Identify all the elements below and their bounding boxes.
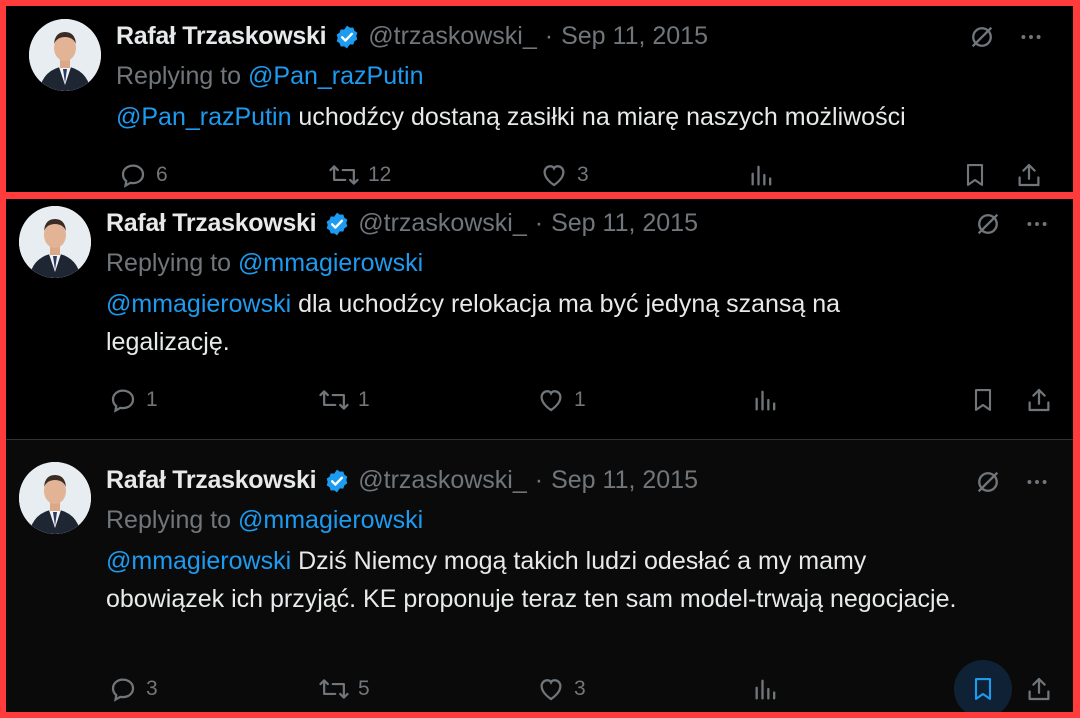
bookmark-icon [974,389,992,411]
replying-to: Replying to @mmagierowski [106,249,423,278]
tweet-panel-1: Rafał Trzaskowski @trzaskowski_ · Sep 11… [6,6,1073,192]
retweet-icon [329,165,359,185]
views-button[interactable] [752,674,780,704]
reply-icon [121,164,145,188]
bookmark-button[interactable] [969,674,997,704]
like-count: 1 [574,388,586,411]
tweet-actions: 3 5 3 [6,660,1073,712]
mention-link[interactable]: @Pan_razPutin [116,103,291,131]
replying-prefix: Replying to [106,506,232,534]
like-button[interactable]: 1 [536,385,586,415]
replying-to: Replying to @mmagierowski [106,506,423,535]
retweet-count: 1 [358,388,370,411]
views-button[interactable] [752,385,780,415]
more-icon[interactable] [1018,24,1044,50]
replying-prefix: Replying to [106,249,232,277]
avatar[interactable] [19,206,91,278]
reply-icon [111,678,135,702]
reply-button[interactable]: 3 [108,674,158,704]
mention-link[interactable]: @mmagierowski [106,547,291,575]
retweet-icon [319,679,349,699]
separator: · [534,466,544,494]
mention-link[interactable]: @mmagierowski [106,290,291,318]
share-button[interactable] [1014,160,1044,190]
replying-to-link[interactable]: @Pan_razPutin [248,62,423,90]
verified-badge-icon [326,212,348,235]
grok-icon[interactable] [974,210,1002,238]
replying-prefix: Replying to [116,62,242,90]
avatar-image [19,462,91,534]
more-icon[interactable] [1024,469,1050,495]
tweet-text: @Pan_razPutin uchodźcy dostaną zasiłki n… [116,98,1036,136]
replying-to-link[interactable]: @mmagierowski [238,506,423,534]
tweet-date[interactable]: Sep 11, 2015 [551,209,698,238]
tweet-text: @mmagierowski Dziś Niemcy mogą takich lu… [106,542,976,618]
tweet-body: uchodźcy dostaną zasiłki na miarę naszyc… [291,103,906,131]
tweet-panel-2: Rafał Trzaskowski @trzaskowski_ · Sep 11… [6,199,1073,712]
retweet-button[interactable]: 1 [318,385,370,415]
share-icon [1028,677,1050,701]
tweet-actions: 6 12 3 [6,156,1073,192]
share-icon [1028,388,1050,412]
bookmark-icon [974,678,992,700]
like-icon [540,679,562,701]
retweet-button[interactable]: 5 [318,674,370,704]
like-count: 3 [577,163,589,186]
tweet[interactable]: Rafał Trzaskowski @trzaskowski_ · Sep 11… [6,440,1073,712]
like-icon [540,390,562,412]
replying-to-link[interactable]: @mmagierowski [238,249,423,277]
reply-button[interactable]: 6 [118,160,168,190]
like-icon [543,165,565,187]
author-handle[interactable]: @trzaskowski_ [358,466,526,495]
tweet-date[interactable]: Sep 11, 2015 [551,466,698,495]
separator: · [544,22,554,50]
bookmark-icon [966,164,984,186]
retweet-count: 12 [368,163,392,186]
views-icon [755,679,776,700]
share-icon [1018,163,1040,187]
reply-count: 1 [146,388,158,411]
tweet-actions: 1 1 1 [6,381,1073,421]
retweet-icon [319,390,349,410]
views-icon [751,165,772,186]
avatar-image [19,206,91,278]
like-button[interactable]: 3 [539,160,589,190]
avatar-image [29,19,101,91]
verified-badge-icon [336,25,358,48]
verified-badge-icon [326,469,348,492]
avatar[interactable] [29,19,101,91]
grok-icon[interactable] [974,468,1002,496]
retweet-button[interactable]: 12 [328,160,391,190]
bookmark-button[interactable] [969,385,997,415]
separator: · [534,209,544,237]
tweet[interactable]: Rafał Trzaskowski @trzaskowski_ · Sep 11… [6,6,1073,192]
views-icon [755,390,776,411]
grok-icon[interactable] [968,23,996,51]
views-button[interactable] [748,160,776,190]
retweet-count: 5 [358,677,370,700]
like-button[interactable]: 3 [536,674,586,704]
author-handle[interactable]: @trzaskowski_ [358,209,526,238]
tweet-date[interactable]: Sep 11, 2015 [561,22,708,51]
share-button[interactable] [1024,674,1054,704]
author-handle[interactable]: @trzaskowski_ [368,22,536,51]
replying-to: Replying to @Pan_razPutin [116,62,424,91]
tweet-text: @mmagierowski dla uchodźcy relokacja ma … [106,285,936,361]
bookmark-button[interactable] [961,160,989,190]
tweet[interactable]: Rafał Trzaskowski @trzaskowski_ · Sep 11… [6,199,1073,440]
reply-icon [111,389,135,413]
author-name[interactable]: Rafał Trzaskowski [106,209,317,238]
like-count: 3 [574,677,586,700]
more-icon[interactable] [1024,211,1050,237]
avatar[interactable] [19,462,91,534]
share-button[interactable] [1024,385,1054,415]
reply-button[interactable]: 1 [108,385,158,415]
reply-count: 6 [156,163,168,186]
reply-count: 3 [146,677,158,700]
author-name[interactable]: Rafał Trzaskowski [106,466,317,495]
author-name[interactable]: Rafał Trzaskowski [116,22,327,51]
